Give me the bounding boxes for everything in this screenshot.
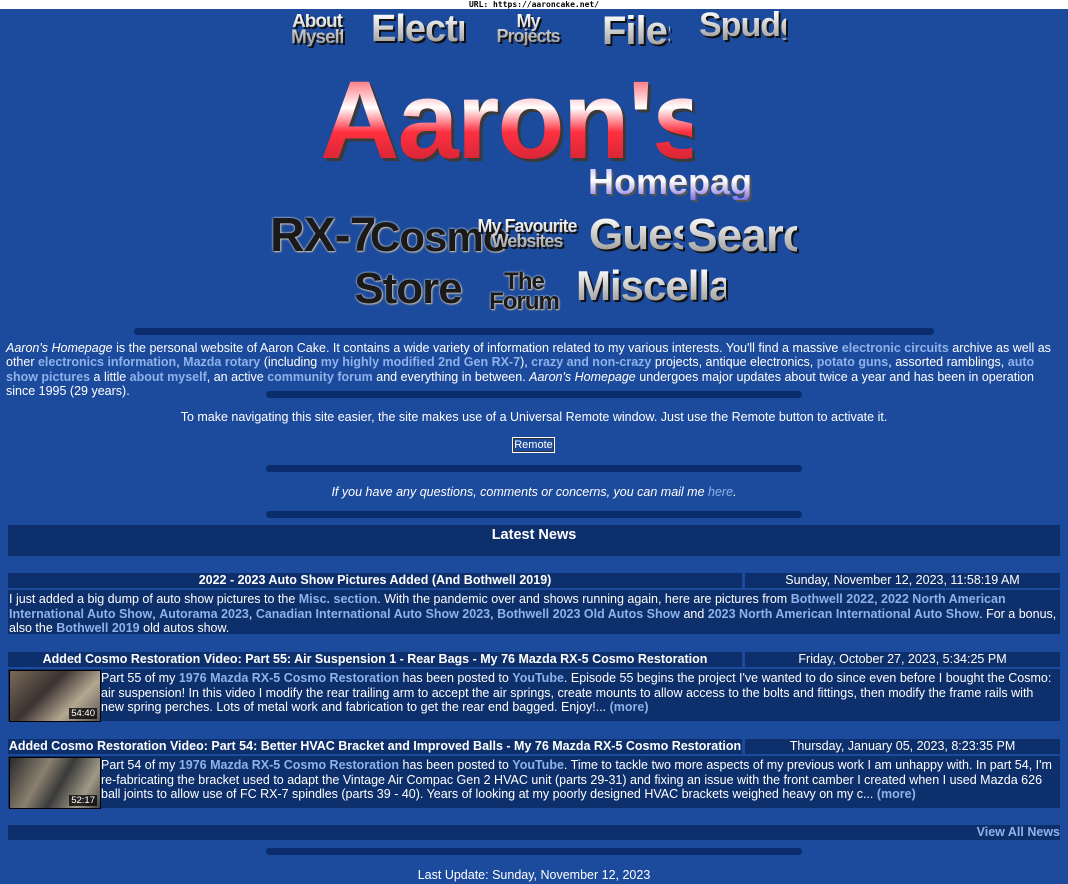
nav-favourite-websites[interactable]: My Favourite Websites [470,217,584,250]
link-youtube[interactable]: YouTube [512,671,564,685]
nav-about-myself[interactable]: About Myself [291,12,345,47]
news-title: 2022 - 2023 Auto Show Pictures Added (An… [8,573,742,588]
nav-spudguns[interactable]: Spudguns [699,8,858,42]
divider [266,511,802,518]
divider [134,328,934,335]
news-date: Thursday, January 05, 2023, 8:23:35 PM [745,739,1060,754]
link-cosmo-restoration[interactable]: 1976 Mazda RX-5 Cosmo Restoration [179,758,399,772]
view-all-news-link[interactable]: View All News [977,825,1060,840]
divider [266,848,802,855]
link-bothwell-2022[interactable]: Bothwell 2022 [791,592,874,606]
link-bothwell-2023[interactable]: Bothwell 2023 Old Autos Show [497,607,680,621]
link-youtube[interactable]: YouTube [512,758,564,772]
news-body: I just added a big dump of auto show pic… [8,590,1060,635]
link-misc-section[interactable]: Misc. section [299,592,378,606]
nav-guestbook[interactable]: Guestbook [589,212,811,256]
link-potato-guns[interactable]: potato guns [817,355,889,369]
nav-rx7[interactable]: RX-7 [270,212,376,260]
view-all-news-bar: View All News [8,825,1060,840]
news-body: 54:40 Part 55 of my 1976 Mazda RX-5 Cosm… [8,669,1060,722]
mail-text: If you have any questions, comments or c… [331,485,737,499]
more-link[interactable]: (more) [877,787,916,801]
remote-button[interactable]: Remote [512,437,555,453]
site-title: Aaron's [320,59,713,182]
divider [266,391,802,398]
link-autorama-2023[interactable]: Autorama 2023 [159,607,249,621]
nav-the-forum[interactable]: The Forum [478,270,570,314]
link-community-forum[interactable]: community forum [267,370,373,384]
news-date: Friday, October 27, 2023, 5:34:25 PM [745,652,1060,667]
nav-electronics[interactable]: Electronics [371,10,566,48]
more-link[interactable]: (more) [610,700,649,714]
news-date: Sunday, November 12, 2023, 11:58:19 AM [745,573,1060,588]
nav-my-projects[interactable]: My Projects [494,12,562,45]
nav-miscellaneous[interactable]: Miscellaneous [576,265,851,307]
nav-store[interactable]: Store [348,266,468,310]
nav-cosmo[interactable]: Cosmo [370,216,508,258]
video-duration: 54:40 [69,708,97,719]
latest-news-title: Latest News [491,527,577,543]
video-thumbnail[interactable]: 52:17 [9,757,101,809]
link-about-myself[interactable]: about myself [130,370,207,384]
nav-files[interactable]: Files [602,11,689,51]
link-modified-rx7[interactable]: my highly modified 2nd Gen RX-7 [321,355,520,369]
news-title: Added Cosmo Restoration Video: Part 54: … [8,739,742,754]
link-bothwell-2019[interactable]: Bothwell 2019 [56,621,139,635]
news-title: Added Cosmo Restoration Video: Part 55: … [8,652,742,667]
link-projects[interactable]: crazy and non-crazy [531,355,651,369]
video-thumbnail[interactable]: 54:40 [9,670,101,722]
site-subtitle: Homepage [588,161,773,202]
link-mazda-rotary[interactable]: Mazda rotary [183,355,260,369]
divider [266,465,802,472]
remote-info-text: To make navigating this site easier, the… [180,410,888,424]
last-update: Last Update: Sunday, November 12, 2023 [417,868,651,882]
nav-search[interactable]: Search [687,212,835,258]
link-naias-2023[interactable]: 2023 North American International Auto S… [708,607,979,621]
intro-paragraph: Aaron's Homepage is the personal website… [6,341,1051,398]
link-cosmo-restoration[interactable]: 1976 Mazda RX-5 Cosmo Restoration [179,671,399,685]
latest-news-header: Latest News [8,525,1060,556]
news-body: 52:17 Part 54 of my 1976 Mazda RX-5 Cosm… [8,756,1060,809]
mail-link[interactable]: here [708,485,733,499]
video-duration: 52:17 [69,795,97,806]
link-electronic-circuits[interactable]: electronic circuits [842,341,949,355]
link-electronics-information[interactable]: electronics information [38,355,176,369]
link-cias-2023[interactable]: Canadian International Auto Show 2023 [256,607,490,621]
